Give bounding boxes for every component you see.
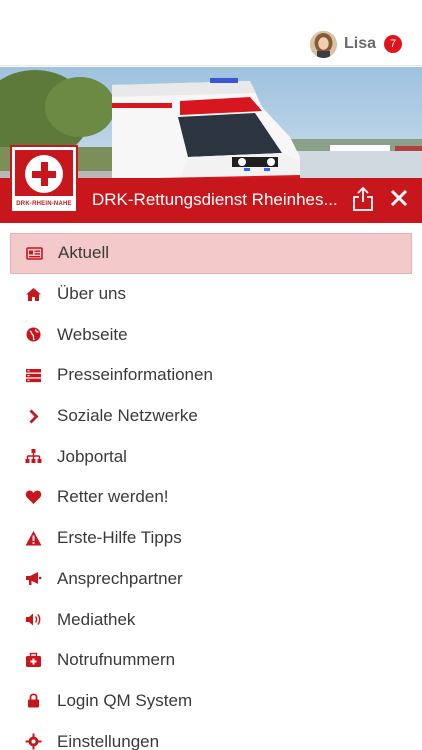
menu-item-aktuell[interactable]: Aktuell bbox=[10, 233, 412, 274]
list-icon bbox=[25, 367, 42, 384]
share-button[interactable] bbox=[352, 186, 374, 212]
menu-item-ueber-uns[interactable]: Über uns bbox=[10, 274, 412, 315]
side-menu: Aktuell Über uns Webseite Presseinformat… bbox=[0, 233, 422, 750]
menu-item-presseinformationen[interactable]: Presseinformationen bbox=[10, 355, 412, 396]
share-icon bbox=[353, 186, 373, 211]
home-icon bbox=[25, 286, 42, 303]
menu-item-label: Presseinformationen bbox=[57, 365, 213, 385]
menu-item-label: Webseite bbox=[57, 324, 128, 344]
avatar[interactable] bbox=[309, 30, 337, 58]
menu-item-label: Aktuell bbox=[58, 243, 110, 263]
user-profile[interactable]: Lisa 7 bbox=[309, 29, 402, 59]
menu-item-jobportal[interactable]: Jobportal bbox=[10, 436, 412, 477]
gear-icon bbox=[25, 733, 42, 750]
warning-icon bbox=[25, 530, 42, 547]
speaker-icon bbox=[25, 611, 42, 628]
megaphone-icon bbox=[25, 570, 42, 587]
menu-item-label: Ansprechpartner bbox=[57, 568, 183, 588]
menu-item-label: Login QM System bbox=[57, 690, 193, 710]
menu-item-label: Mediathek bbox=[57, 609, 136, 629]
logo-text: DRK-RHEIN-NAHE bbox=[16, 201, 72, 207]
menu-item-erste-hilfe-tipps[interactable]: Erste-Hilfe Tipps bbox=[10, 518, 412, 559]
menu-item-login-qm-system[interactable]: Login QM System bbox=[10, 681, 412, 722]
close-button[interactable] bbox=[389, 188, 409, 208]
sitemap-icon bbox=[25, 448, 42, 465]
app-title: DRK-Rettungsdienst Rheinhes... bbox=[92, 190, 338, 209]
globe-icon bbox=[25, 326, 42, 343]
app-screen: Lisa 7 DRK-Rettungsdienst Rheinhes... DR… bbox=[0, 0, 422, 750]
menu-item-soziale-netzwerke[interactable]: Soziale Netzwerke bbox=[10, 396, 412, 437]
newspaper-icon bbox=[26, 245, 43, 262]
menu-item-mediathek[interactable]: Mediathek bbox=[10, 599, 412, 640]
menu-item-label: Erste-Hilfe Tipps bbox=[57, 528, 182, 548]
notification-badge[interactable]: 7 bbox=[384, 35, 402, 53]
lock-icon bbox=[25, 692, 42, 709]
menu-item-label: Notrufnummern bbox=[57, 650, 176, 670]
menu-item-label: Einstellungen bbox=[57, 731, 160, 750]
chevron-right-icon bbox=[25, 408, 42, 425]
menu-item-einstellungen[interactable]: Einstellungen bbox=[10, 721, 412, 750]
medkit-icon bbox=[25, 652, 42, 669]
drk-logo: DRK-RHEIN-NAHE bbox=[10, 145, 78, 213]
menu-item-notrufnummern[interactable]: Notrufnummern bbox=[10, 640, 412, 681]
top-bar: Lisa 7 bbox=[0, 0, 422, 66]
menu-item-retter-werden[interactable]: Retter werden! bbox=[10, 477, 412, 518]
heart-icon bbox=[25, 489, 42, 506]
menu-item-label: Jobportal bbox=[57, 446, 127, 466]
menu-item-label: Über uns bbox=[57, 284, 126, 304]
menu-item-ansprechpartner[interactable]: Ansprechpartner bbox=[10, 559, 412, 600]
user-name: Lisa bbox=[343, 35, 376, 52]
menu-item-label: Soziale Netzwerke bbox=[57, 406, 198, 426]
menu-item-label: Retter werden! bbox=[57, 487, 169, 507]
close-icon bbox=[390, 189, 408, 207]
menu-item-webseite[interactable]: Webseite bbox=[10, 314, 412, 355]
